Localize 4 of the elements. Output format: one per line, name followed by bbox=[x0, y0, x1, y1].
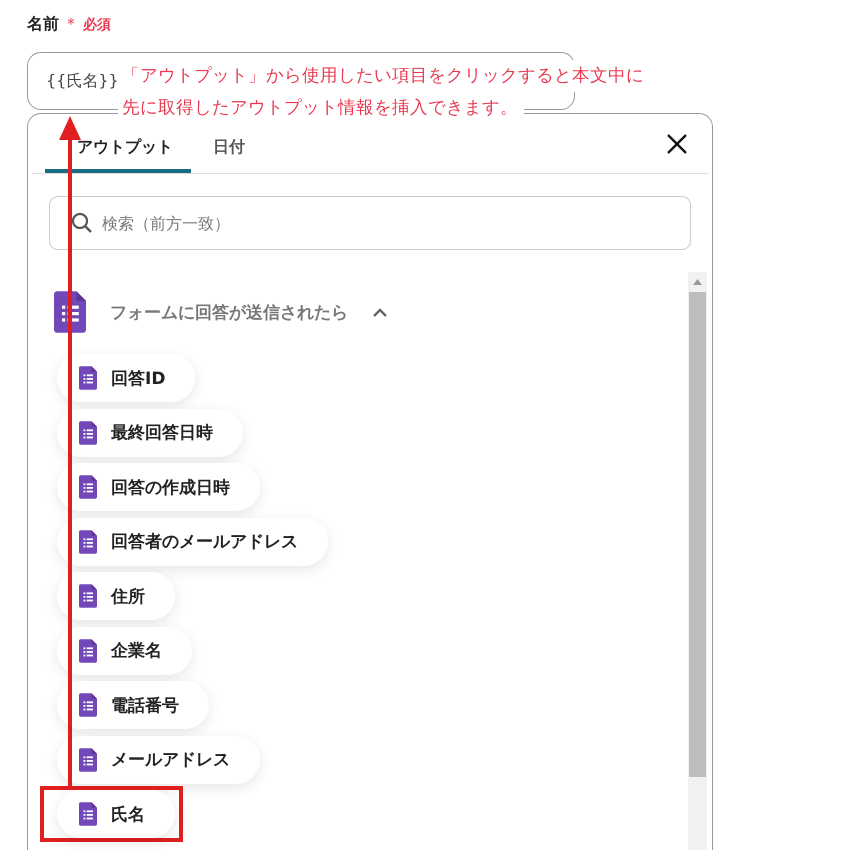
required-text: 必須 bbox=[83, 16, 111, 34]
section-title: フォームに回答が送信されたら bbox=[110, 302, 348, 324]
required-mark: ＊ bbox=[63, 14, 79, 35]
field-label: 名前 bbox=[27, 14, 59, 35]
